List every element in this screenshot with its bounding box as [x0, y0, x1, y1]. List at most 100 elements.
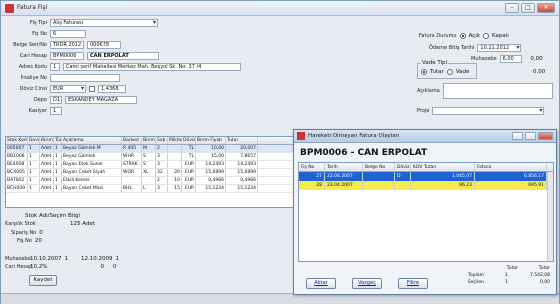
table-cell: Adet — [40, 145, 54, 152]
dialog-col-header[interactable]: KDV Tutarı — [411, 163, 475, 171]
table-cell: 1 — [54, 185, 62, 192]
kur-checkbox[interactable] — [89, 86, 95, 92]
table-cell: S — [142, 161, 156, 168]
col-header[interactable]: Tür — [54, 137, 62, 144]
aciklama-field[interactable] — [442, 83, 553, 99]
table-cell: Beyaz Gömlek M — [62, 145, 122, 152]
table-cell: 32 — [156, 169, 168, 176]
proje-label: Proje — [417, 108, 430, 114]
dialog-cell: 1.045,07 — [411, 172, 475, 181]
dialog-title-bar: Hareketi Olmayan Fatura Olayları — [294, 130, 556, 143]
dialog-cell: 28 — [299, 181, 325, 190]
summary-muhasebe-no: 1 — [64, 256, 69, 262]
col-header[interactable]: Tutar — [226, 137, 258, 144]
belge-no-field[interactable]: 000678 — [87, 41, 121, 49]
dialog-invoice-grid[interactable]: Fiş No Tarih Belge No Döviz KDV Tutarı F… — [298, 162, 554, 262]
cari-kod-field[interactable]: BPM0006 — [50, 52, 84, 60]
table-cell: 15,1234 — [226, 185, 258, 192]
tutar-radio-label: Tutar — [430, 69, 444, 75]
table-row[interactable]: BB1008 1 Adet 1 Beyaz Gömlek WHR S 3 TL 15,00 7,86… — [6, 153, 302, 161]
summary-fis-label: Fiş No — [17, 238, 32, 244]
acik-radio[interactable] — [459, 33, 466, 39]
aktar-button[interactable]: Aktar — [306, 278, 336, 289]
dialog-cell: 96,23 — [411, 181, 475, 190]
table-cell: 15 — [168, 185, 182, 192]
dialog-cell: 27 — [299, 172, 325, 181]
col-header[interactable]: Açıklama — [62, 137, 122, 144]
col-header[interactable]: Birim — [142, 137, 156, 144]
odeme-tarih-field[interactable]: 10.11.2012 — [477, 44, 522, 52]
kasiyer-field[interactable]: 1 — [50, 107, 62, 115]
table-row[interactable]: BCH009 1 Adet 1 Bayan Ceket Mavi BHL L 3 15 EUR 15… — [6, 185, 302, 193]
minimize-button[interactable]: – — [505, 3, 519, 13]
col-header[interactable]: Döviz — [182, 137, 196, 144]
filter-button[interactable]: Filtre — [398, 278, 428, 289]
dialog-col-header[interactable]: Tarih — [325, 163, 363, 171]
table-cell: 0,4966 — [226, 177, 258, 184]
dialog-close-button[interactable] — [538, 132, 553, 140]
dialog-col-header[interactable]: Fiş No — [299, 163, 325, 171]
dialog-minimize-button[interactable] — [512, 132, 523, 140]
dialog-row[interactable]: 28 23.04.2007 96,23 695,91 — [299, 181, 553, 190]
table-cell: TL — [182, 153, 196, 160]
table-cell: BHL — [122, 185, 142, 192]
col-header[interactable]: Miktar — [168, 137, 182, 144]
save-button[interactable]: Kaydet — [29, 275, 57, 286]
table-cell: 1 — [54, 161, 62, 168]
col-header[interactable]: Birim — [40, 137, 54, 144]
col-header[interactable]: Sab. — [156, 137, 168, 144]
table-row[interactable]: BE4008 1 Adet 1 Bayan Etek Suner STRAK S 3 EUR 14… — [6, 161, 302, 169]
aciklama-label: Açıklama — [417, 88, 440, 94]
table-cell: 1 — [28, 161, 40, 168]
summary-cari-value2: 0 — [100, 264, 104, 270]
table-cell: EUR — [182, 161, 196, 168]
tutar-radio[interactable] — [421, 69, 427, 75]
adres-kodu-label: Adres Kodu — [18, 64, 47, 70]
dialog-col-header[interactable]: Fatura — [475, 163, 547, 171]
proje-select[interactable] — [432, 107, 545, 115]
dialog-col-header[interactable]: Döviz — [395, 163, 411, 171]
maximize-button[interactable]: □ — [521, 3, 535, 13]
table-cell: WHR — [122, 153, 142, 160]
table-cell: STRAK — [122, 161, 142, 168]
table-row[interactable]: 005007 1 Adet 1 Beyaz Gömlek MR 405 M 2 TL 10,00… — [6, 145, 302, 153]
dialog-grid-scrollbar[interactable] — [547, 172, 553, 261]
footer-selected-value: 0,00 — [539, 280, 550, 285]
dialog-cell: 6.856,17 — [475, 172, 547, 181]
vazgec-button[interactable]: Vazgeç — [352, 278, 382, 289]
col-header[interactable]: Birim Fiyatı — [196, 137, 226, 144]
table-cell: S — [142, 153, 156, 160]
invoice-lines-grid[interactable]: Stok Kodu Doviz Birim Tür Açıklama Barko… — [5, 136, 303, 208]
dialog-maximize-button[interactable] — [525, 132, 536, 140]
col-header[interactable]: Stok Kodu — [6, 137, 28, 144]
table-cell: EUR — [182, 185, 196, 192]
depo-kod-field[interactable]: D1 — [50, 96, 62, 104]
table-cell: BCH009 — [6, 185, 28, 192]
vade-radio[interactable] — [446, 69, 453, 75]
invoice-header-form: Fiş Tipi Alış Faturası Fiş No 6 Belge Se… — [1, 17, 559, 135]
fis-no-field[interactable]: 6 — [50, 30, 86, 38]
belge-seri-field[interactable]: TRDR 2012 — [50, 41, 84, 49]
summary-muhasebe-no2: 1 — [115, 256, 120, 262]
dialog-col-header[interactable]: Belge No — [363, 163, 395, 171]
table-cell: 20 — [168, 169, 182, 176]
table-row[interactable]: BCX005 1 Adet 1 Bayan Ceket Siyah WOR XL 32 20 EU… — [6, 169, 302, 177]
summary-cari-label: Cari Hesap — [5, 264, 33, 270]
kur-field[interactable]: 1,4368 — [98, 85, 126, 93]
kapali-radio[interactable] — [483, 33, 490, 39]
dialog-row[interactable]: 27 22.04.2007 D 1.045,07 6.856,17 — [299, 172, 553, 181]
table-cell: 3 — [156, 185, 168, 192]
dialog-grid-header: Fiş No Tarih Belge No Döviz KDV Tutarı F… — [299, 163, 553, 172]
irsaliye-field[interactable] — [50, 74, 120, 82]
dialog-cell: 23.04.2007 — [325, 181, 363, 190]
table-cell: 15,00 — [196, 153, 226, 160]
fis-tipi-select[interactable]: Alış Faturası — [50, 19, 158, 27]
app-icon — [5, 4, 14, 13]
muhasebe-field[interactable]: 6,00 — [499, 55, 522, 63]
col-header[interactable]: Doviz — [28, 137, 40, 144]
doviz-select[interactable]: EUR — [50, 85, 86, 93]
col-header[interactable]: Barkod — [122, 137, 142, 144]
adres-kod-field[interactable]: 1 — [50, 63, 60, 71]
table-row[interactable]: BAT002 1 Adet 1 Etkili Kemer 2 10 EUR 0,4966 0,49… — [6, 177, 302, 185]
close-button[interactable]: ✕ — [537, 3, 555, 13]
